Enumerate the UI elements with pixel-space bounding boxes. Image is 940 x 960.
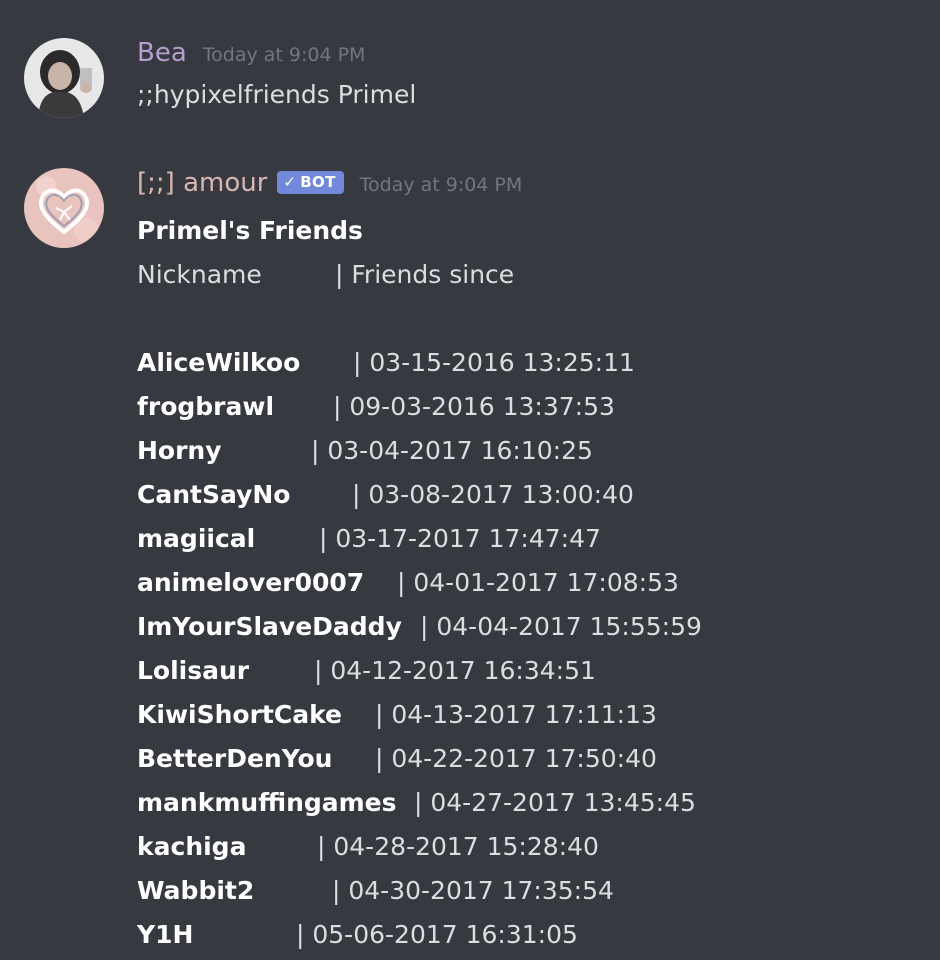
friend-nickname: kachiga bbox=[137, 832, 247, 861]
friend-since: | 05-06-2017 16:31:05 bbox=[296, 920, 578, 949]
friends-list: AliceWilkoo | 03-15-2016 13:25:11 frogbraw… bbox=[137, 341, 917, 957]
friend-nickname: frogbrawl bbox=[137, 392, 275, 421]
friend-row: ImYourSlaveDaddy | 04-04-2017 15:55:59 bbox=[137, 605, 917, 649]
friend-nickname: Lolisaur bbox=[137, 656, 250, 685]
friend-row: animelover0007 | 04-01-2017 17:08:53 bbox=[137, 561, 917, 605]
friend-since: | 03-17-2017 17:47:47 bbox=[319, 524, 601, 553]
friend-row: frogbrawl | 09-03-2016 13:37:53 bbox=[137, 385, 917, 429]
friend-row: kachiga | 04-28-2017 15:28:40 bbox=[137, 825, 917, 869]
friend-row: mankmuffingames | 04-27-2017 13:45:45 bbox=[137, 781, 917, 825]
user-photo-avatar-icon bbox=[24, 38, 104, 118]
friend-nickname: animelover0007 bbox=[137, 568, 365, 597]
friend-nickname: BetterDenYou bbox=[137, 744, 333, 773]
friend-row: Wabbit2 | 04-30-2017 17:35:54 bbox=[137, 869, 917, 913]
friend-nickname: mankmuffingames bbox=[137, 788, 397, 817]
friend-since: | 04-12-2017 16:34:51 bbox=[314, 656, 596, 685]
message-header: Bea Today at 9:04 PM bbox=[137, 38, 917, 76]
friend-row: Y1H | 05-06-2017 16:31:05 bbox=[137, 913, 917, 957]
friend-since: | 04-28-2017 15:28:40 bbox=[317, 832, 599, 861]
friend-since: | 04-13-2017 17:11:13 bbox=[375, 700, 657, 729]
username[interactable]: [;;] amour bbox=[137, 168, 267, 198]
friend-since: | 04-30-2017 17:35:54 bbox=[332, 876, 614, 905]
friend-nickname: ImYourSlaveDaddy bbox=[137, 612, 402, 641]
friend-row: Lolisaur | 04-12-2017 16:34:51 bbox=[137, 649, 917, 693]
timestamp: Today at 9:04 PM bbox=[359, 174, 523, 196]
friend-since: | 09-03-2016 13:37:53 bbox=[333, 392, 615, 421]
friends-title: Primel's Friends bbox=[137, 216, 363, 245]
message-content: [;;] amour ✓ BOT Today at 9:04 PM Primel… bbox=[137, 168, 917, 957]
friend-since: | 03-15-2016 13:25:11 bbox=[353, 348, 635, 377]
message-header: [;;] amour ✓ BOT Today at 9:04 PM bbox=[137, 168, 917, 208]
friend-row: BetterDenYou | 04-22-2017 17:50:40 bbox=[137, 737, 917, 781]
heart-ribbon-avatar-icon bbox=[24, 168, 104, 248]
message-content: Bea Today at 9:04 PM ;;hypixelfriends Pr… bbox=[137, 38, 917, 109]
friend-row: AliceWilkoo | 03-15-2016 13:25:11 bbox=[137, 341, 917, 385]
friend-since: | 04-22-2017 17:50:40 bbox=[375, 744, 657, 773]
friend-row: KiwiShortCake | 04-13-2017 17:11:13 bbox=[137, 693, 917, 737]
friend-nickname: AliceWilkoo bbox=[137, 348, 301, 377]
friend-since: | 03-08-2017 13:00:40 bbox=[352, 480, 634, 509]
friend-since: | 04-27-2017 13:45:45 bbox=[414, 788, 696, 817]
bot-tag: ✓ BOT bbox=[277, 171, 344, 194]
friend-since: | 03-04-2017 16:10:25 bbox=[311, 436, 593, 465]
friends-header-row: Nickname | Friends since bbox=[137, 253, 917, 297]
avatar-bea[interactable] bbox=[24, 38, 104, 118]
header-nickname: Nickname bbox=[137, 260, 262, 289]
friend-nickname: Y1H bbox=[137, 920, 194, 949]
bot-tag-label: BOT bbox=[300, 173, 336, 191]
friend-since: | 04-04-2017 15:55:59 bbox=[420, 612, 702, 641]
check-icon: ✓ bbox=[283, 173, 297, 191]
friend-row: CantSayNo | 03-08-2017 13:00:40 bbox=[137, 473, 917, 517]
header-friends-since: | Friends since bbox=[335, 260, 515, 289]
avatar-amour[interactable] bbox=[24, 168, 104, 248]
friend-nickname: magiical bbox=[137, 524, 256, 553]
friend-row: magiical | 03-17-2017 17:47:47 bbox=[137, 517, 917, 561]
message-text: ;;hypixelfriends Primel bbox=[137, 80, 417, 109]
friend-nickname: KiwiShortCake bbox=[137, 700, 342, 729]
friend-row: Horny | 03-04-2017 16:10:25 bbox=[137, 429, 917, 473]
chat-messages: Bea Today at 9:04 PM ;;hypixelfriends Pr… bbox=[0, 0, 940, 960]
friend-nickname: Wabbit2 bbox=[137, 876, 255, 905]
timestamp: Today at 9:04 PM bbox=[202, 44, 366, 66]
friend-nickname: Horny bbox=[137, 436, 222, 465]
friend-nickname: CantSayNo bbox=[137, 480, 291, 509]
friend-since: | 04-01-2017 17:08:53 bbox=[397, 568, 679, 597]
username[interactable]: Bea bbox=[137, 38, 187, 68]
